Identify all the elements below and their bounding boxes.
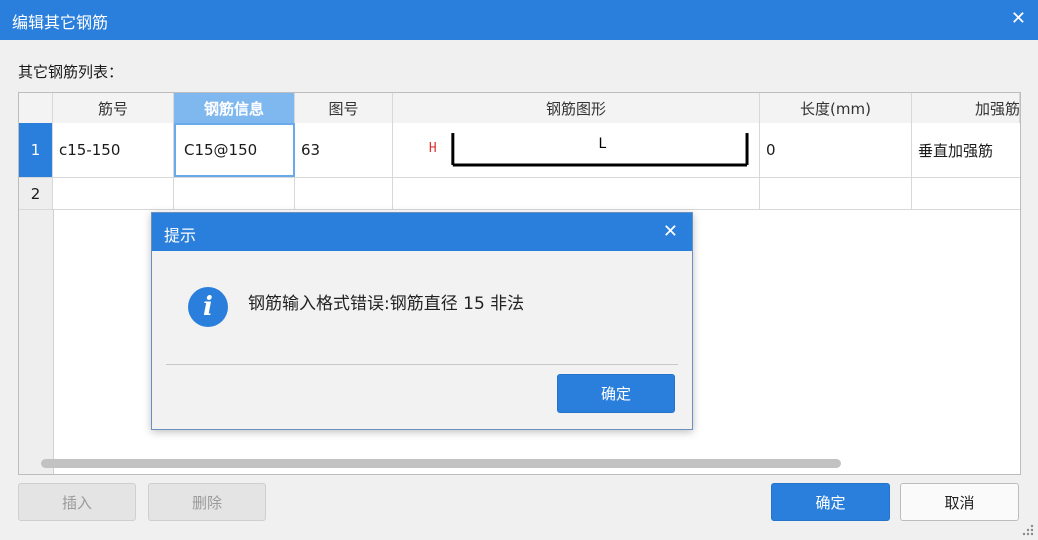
ok-button[interactable]: 确定	[771, 483, 890, 521]
header-reinforce-type[interactable]: 加强筋类	[912, 93, 1020, 123]
header-rebar-shape[interactable]: 钢筋图形	[393, 93, 760, 123]
dialog-ok-button[interactable]: 确定	[557, 374, 675, 413]
cell-length[interactable]	[760, 178, 912, 209]
row-number[interactable]: 2	[19, 178, 53, 209]
cell-reinforce-type[interactable]	[912, 178, 1020, 209]
info-icon: i	[188, 287, 228, 327]
cancel-button[interactable]: 取消	[900, 483, 1019, 521]
dialog-titlebar: 提示 ✕	[152, 213, 692, 251]
cell-figure-no[interactable]	[295, 178, 393, 209]
row-number[interactable]: 1	[19, 123, 53, 177]
cell-reinforce-type[interactable]: 垂直加强筋	[912, 123, 1020, 177]
cell-bar-no[interactable]	[53, 178, 174, 209]
delete-button[interactable]: 删除	[148, 483, 266, 521]
list-label: 其它钢筋列表：	[18, 63, 124, 81]
insert-button[interactable]: 插入	[18, 483, 136, 521]
cell-figure-no[interactable]: 63	[295, 123, 393, 177]
header-reinforce-type-label: 加强筋类	[974, 99, 1020, 118]
table-row[interactable]: 2	[19, 178, 1020, 210]
header-corner	[19, 93, 53, 123]
cell-rebar-info[interactable]	[174, 178, 295, 209]
cell-rebar-shape[interactable]	[393, 178, 760, 209]
resize-grip-icon[interactable]	[1022, 524, 1034, 536]
window-title: 编辑其它钢筋	[12, 13, 109, 32]
table-header: 筋号 钢筋信息 图号 钢筋图形 长度(mm) 加强筋类	[19, 93, 1020, 124]
window-titlebar: 编辑其它钢筋 ✕	[0, 0, 1038, 40]
cell-bar-no[interactable]: c15-150	[53, 123, 174, 177]
alert-dialog: 提示 ✕ i 钢筋输入格式错误:钢筋直径 15 非法 确定	[151, 212, 693, 430]
header-rebar-info[interactable]: 钢筋信息	[174, 93, 295, 123]
dialog-divider	[166, 364, 678, 365]
cell-rebar-shape[interactable]: H L	[393, 123, 760, 177]
cell-rebar-info[interactable]: C15@150	[174, 123, 295, 177]
dialog-close-icon[interactable]: ✕	[663, 221, 678, 242]
shape-label-h: H	[429, 141, 437, 156]
dialog-title: 提示	[164, 226, 197, 245]
shape-label-l: L	[598, 136, 606, 152]
cell-length[interactable]: 0	[760, 123, 912, 177]
horizontal-scrollbar[interactable]	[41, 459, 841, 468]
header-length[interactable]: 长度(mm)	[760, 93, 912, 123]
dialog-message: 钢筋输入格式错误:钢筋直径 15 非法	[248, 294, 525, 314]
window-close-icon[interactable]: ✕	[1011, 8, 1026, 29]
header-figure-no[interactable]: 图号	[295, 93, 393, 123]
header-bar-no[interactable]: 筋号	[53, 93, 174, 123]
table-row[interactable]: 1 c15-150 C15@150 63 H L 0 垂直加强筋	[19, 123, 1020, 178]
rebar-shape-figure: H L	[429, 133, 749, 167]
